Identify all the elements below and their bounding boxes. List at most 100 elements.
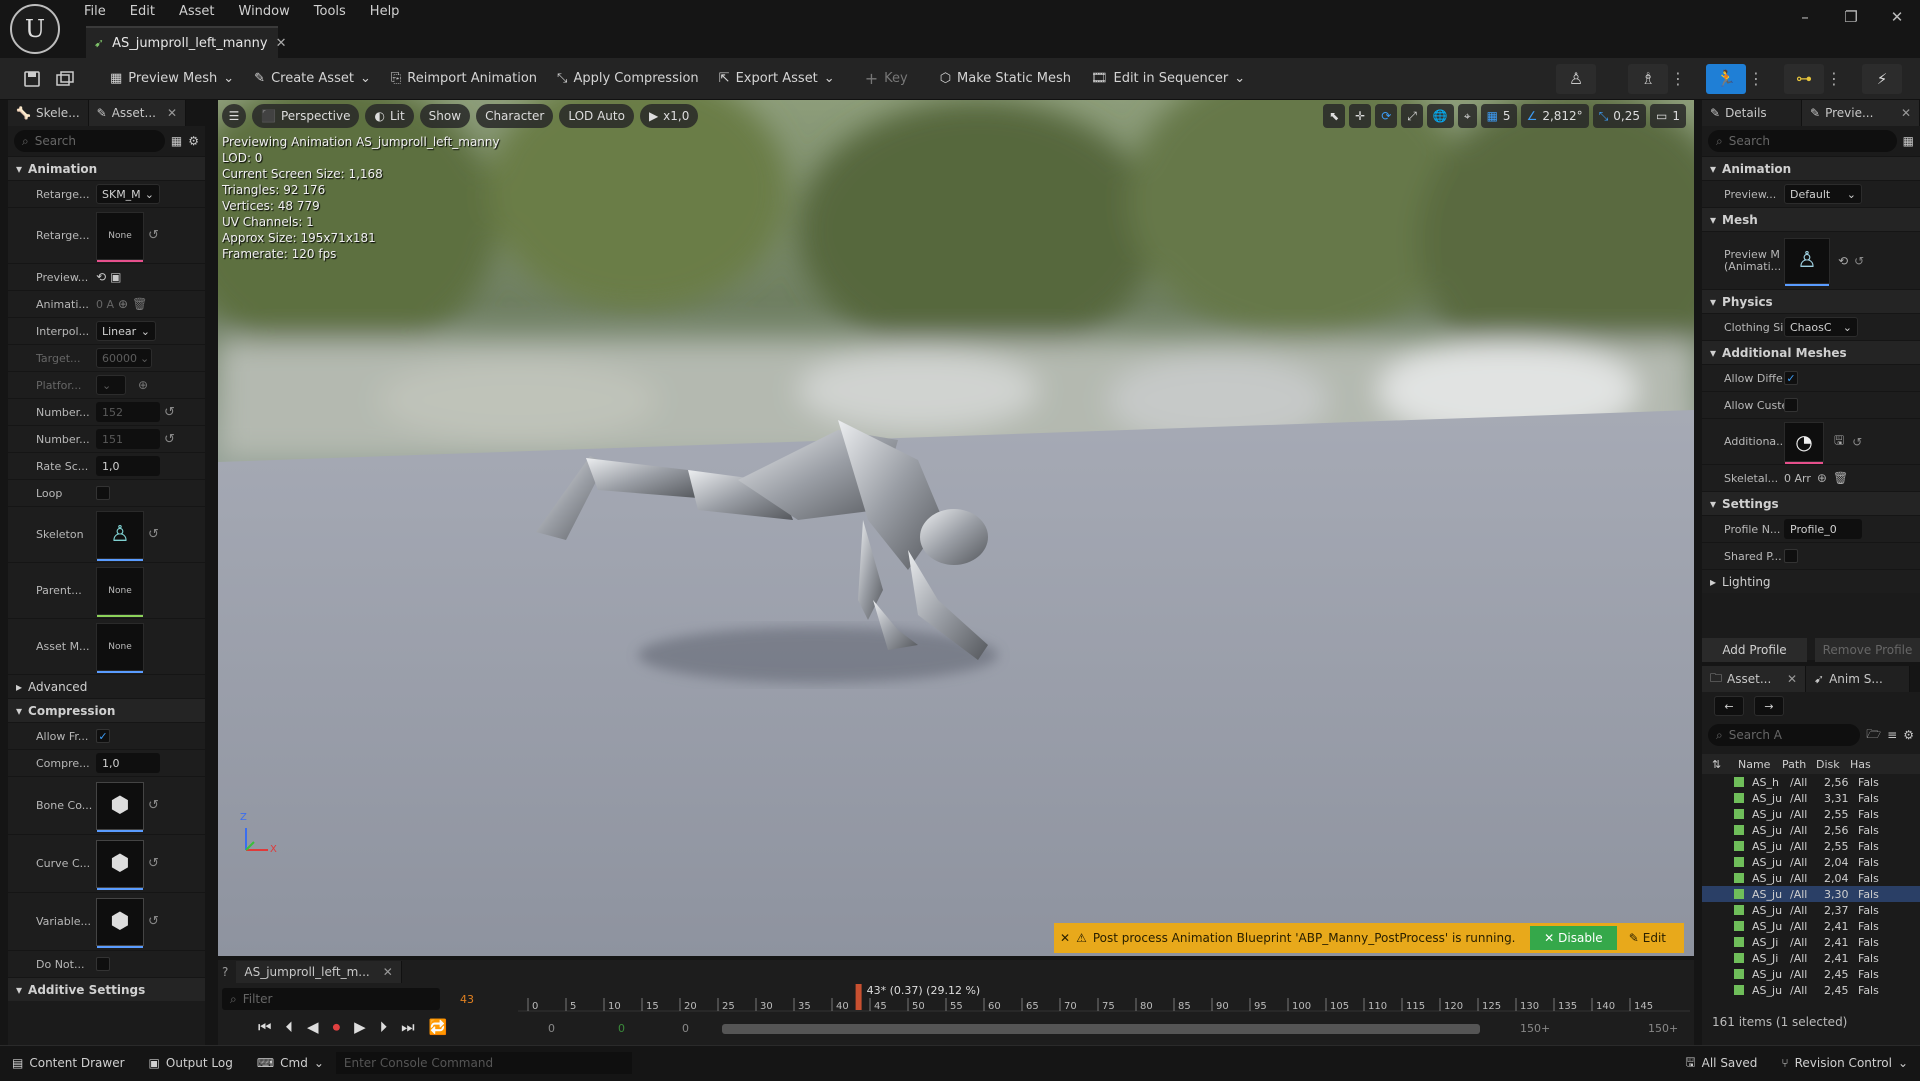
asset-row[interactable]: AS_Ji/All 2,41 Fals	[1702, 950, 1920, 966]
column-disk[interactable]: Disk	[1816, 758, 1846, 771]
asset-row[interactable]: AS_ju/All 3,30 Fals	[1702, 886, 1920, 902]
rate-scale-field[interactable]: 1,0	[96, 456, 160, 476]
animation-mode-options-icon[interactable]: ⋮	[1748, 64, 1764, 94]
column-has[interactable]: Has	[1850, 758, 1880, 771]
save-button[interactable]	[18, 64, 46, 94]
timeline-asset-tab[interactable]: AS_jumproll_left_m... ✕	[236, 961, 402, 983]
profile-name-field[interactable]: Profile_0	[1784, 519, 1862, 539]
play-reverse-icon[interactable]: ◀	[307, 1018, 319, 1036]
close-tab-icon[interactable]: ✕	[167, 106, 177, 120]
range-end-field-2[interactable]: 150+	[1648, 1022, 1678, 1035]
section-physics[interactable]: ▾ Physics	[1702, 289, 1920, 313]
create-asset-button[interactable]: ✎ Create Asset ⌄	[246, 64, 379, 94]
number-of-keys-field[interactable]: 151	[96, 429, 160, 449]
scale-mode-button[interactable]: ⤢	[1401, 104, 1423, 128]
section-compression[interactable]: ▾ Compression	[8, 698, 205, 722]
camera-speed-button[interactable]: ▭ 1	[1650, 104, 1686, 128]
close-tab-icon[interactable]: ✕	[1901, 106, 1911, 120]
reset-icon[interactable]: ↺	[148, 856, 159, 871]
tab-preview-settings[interactable]: ✎ Previe... ✕	[1802, 100, 1920, 126]
console-input[interactable]: Enter Console Command	[335, 1052, 632, 1074]
mesh-mode-button[interactable]: ♗	[1628, 63, 1668, 94]
translate-mode-button[interactable]: ✛	[1349, 104, 1372, 128]
section-additional-meshes[interactable]: ▾ Additional Meshes	[1702, 340, 1920, 364]
tab-asset-details[interactable]: ✎ Asset... ✕	[88, 100, 187, 126]
menu-edit[interactable]: Edit	[118, 0, 167, 24]
apply-compression-button[interactable]: ⤡ Apply Compression	[549, 64, 707, 94]
trash-icon[interactable]: 🗑	[132, 297, 147, 311]
asset-row[interactable]: AS_h/All 2,56 Fals	[1702, 774, 1920, 790]
animation-mode-button[interactable]: 🏃	[1706, 63, 1746, 94]
rotation-snap-button[interactable]: ∠ 2,812°	[1520, 104, 1589, 128]
skip-to-end-icon[interactable]: ⏭	[401, 1018, 415, 1036]
character-button[interactable]: Character	[476, 104, 554, 128]
range-start-field[interactable]: 0	[548, 1022, 555, 1035]
asset-row[interactable]: AS_ju/All 2,45 Fals	[1702, 982, 1920, 998]
step-forward-icon[interactable]: ⏵	[380, 1018, 388, 1036]
range-start-field-2[interactable]: 0	[618, 1022, 625, 1035]
make-static-mesh-button[interactable]: ⬡ Make Static Mesh	[932, 64, 1079, 94]
close-tab-icon[interactable]: ✕	[1787, 672, 1797, 686]
platform-dropdown[interactable]: ⌄	[96, 375, 126, 395]
section-settings[interactable]: ▾ Settings	[1702, 491, 1920, 515]
tab-anim-sequence[interactable]: ➹ Anim S...	[1806, 666, 1910, 692]
edit-button[interactable]: ✎ Edit	[1617, 926, 1678, 950]
play-forward-icon[interactable]: ▶	[354, 1018, 366, 1036]
interpolation-dropdown[interactable]: Linear ⌄	[96, 321, 156, 341]
viewport[interactable]: Z X ☰ ⬛ Perspective ◐ Lit Show Character L…	[218, 100, 1694, 956]
lit-button[interactable]: ◐ Lit	[365, 104, 414, 128]
physics-mode-button[interactable]: ⚡	[1862, 63, 1902, 94]
timeline-ruler[interactable]: 0 5 10 15 20 25 30 35 40 45 50 55 60 65 70 75 80 85 90 95 10…	[518, 982, 1690, 1012]
save-icon[interactable]: 🖫	[1834, 431, 1844, 452]
menu-file[interactable]: File	[72, 0, 118, 24]
browse-button[interactable]	[50, 64, 80, 94]
show-button[interactable]: Show	[419, 104, 471, 128]
perspective-button[interactable]: ⬛ Perspective	[252, 104, 360, 128]
blueprint-mode-button[interactable]: ⊶	[1784, 63, 1824, 94]
shared-profile-checkbox[interactable]	[1784, 549, 1798, 563]
reset-icon[interactable]: ↺	[148, 798, 159, 813]
current-frame[interactable]: 43	[444, 993, 474, 1006]
do-not-override-checkbox[interactable]	[96, 957, 110, 971]
additional-meshes-thumbnail[interactable]: ◔	[1784, 421, 1824, 464]
minimize-button[interactable]: –	[1782, 0, 1828, 34]
allow-custom-anim-bp-checkbox[interactable]	[1784, 398, 1798, 412]
loop-icon[interactable]: 🔁	[429, 1018, 448, 1036]
refresh-icon[interactable]: ⟲	[96, 270, 106, 284]
asset-mapping-thumbnail[interactable]: None	[96, 622, 144, 673]
content-drawer-button[interactable]: ▤ Content Drawer	[0, 1046, 137, 1081]
retarget-asset-thumbnail[interactable]: None	[96, 211, 144, 262]
close-tab-icon[interactable]: ✕	[383, 965, 393, 979]
section-animation[interactable]: ▾ Animation	[1702, 156, 1920, 180]
target-frame-rate-dropdown[interactable]: 60000 ⌄	[96, 348, 152, 368]
filter-icon[interactable]: ≡	[1887, 728, 1897, 742]
skip-to-start-icon[interactable]: ⏮	[258, 1018, 272, 1036]
clothing-simulation-dropdown[interactable]: ChaosC ⌄	[1784, 317, 1858, 337]
add-profile-button[interactable]: Add Profile	[1702, 638, 1807, 662]
playback-speed-button[interactable]: ▶ x1,0	[639, 104, 699, 128]
compression-error-field[interactable]: 1,0	[96, 753, 160, 773]
section-animation[interactable]: ▾ Animation	[8, 156, 205, 180]
reset-icon[interactable]: ↺	[148, 228, 159, 243]
asset-row[interactable]: AS_ju/All 2,56 Fals	[1702, 822, 1920, 838]
asset-row[interactable]: AS_ju/All 2,37 Fals	[1702, 902, 1920, 918]
reimport-animation-button[interactable]: ⎘ Reimport Animation	[383, 64, 545, 94]
skeleton-mode-button[interactable]: ♙	[1556, 63, 1596, 94]
add-icon[interactable]: ⊕	[138, 378, 148, 392]
export-asset-button[interactable]: ⇱ Export Asset ⌄	[711, 64, 843, 94]
add-icon[interactable]: ⊕	[1817, 471, 1827, 485]
preview-controller-dropdown[interactable]: Default ⌄	[1784, 184, 1862, 204]
loop-checkbox[interactable]	[96, 486, 110, 500]
asset-row[interactable]: AS_ju/All 3,31 Fals	[1702, 790, 1920, 806]
preview-mesh-thumbnail[interactable]: ♙	[1784, 237, 1830, 286]
edit-in-sequencer-button[interactable]: 🎞 Edit in Sequencer ⌄	[1083, 64, 1253, 94]
output-log-button[interactable]: ▣ Output Log	[137, 1046, 245, 1081]
settings-gear-icon[interactable]: ⚙	[188, 134, 199, 148]
asset-document-tab[interactable]: ➹ AS_jumproll_left_manny ✕	[86, 26, 286, 58]
trash-icon[interactable]: 🗑	[1833, 471, 1848, 485]
asset-row[interactable]: AS_ju/All 2,04 Fals	[1702, 870, 1920, 886]
left-search-input[interactable]: ⌕ Search	[14, 130, 165, 152]
asset-row[interactable]: AS_Ju/All 2,41 Fals	[1702, 918, 1920, 934]
asset-row[interactable]: AS_ju/All 2,45 Fals	[1702, 966, 1920, 982]
tab-details[interactable]: ✎ Details	[1702, 100, 1802, 126]
